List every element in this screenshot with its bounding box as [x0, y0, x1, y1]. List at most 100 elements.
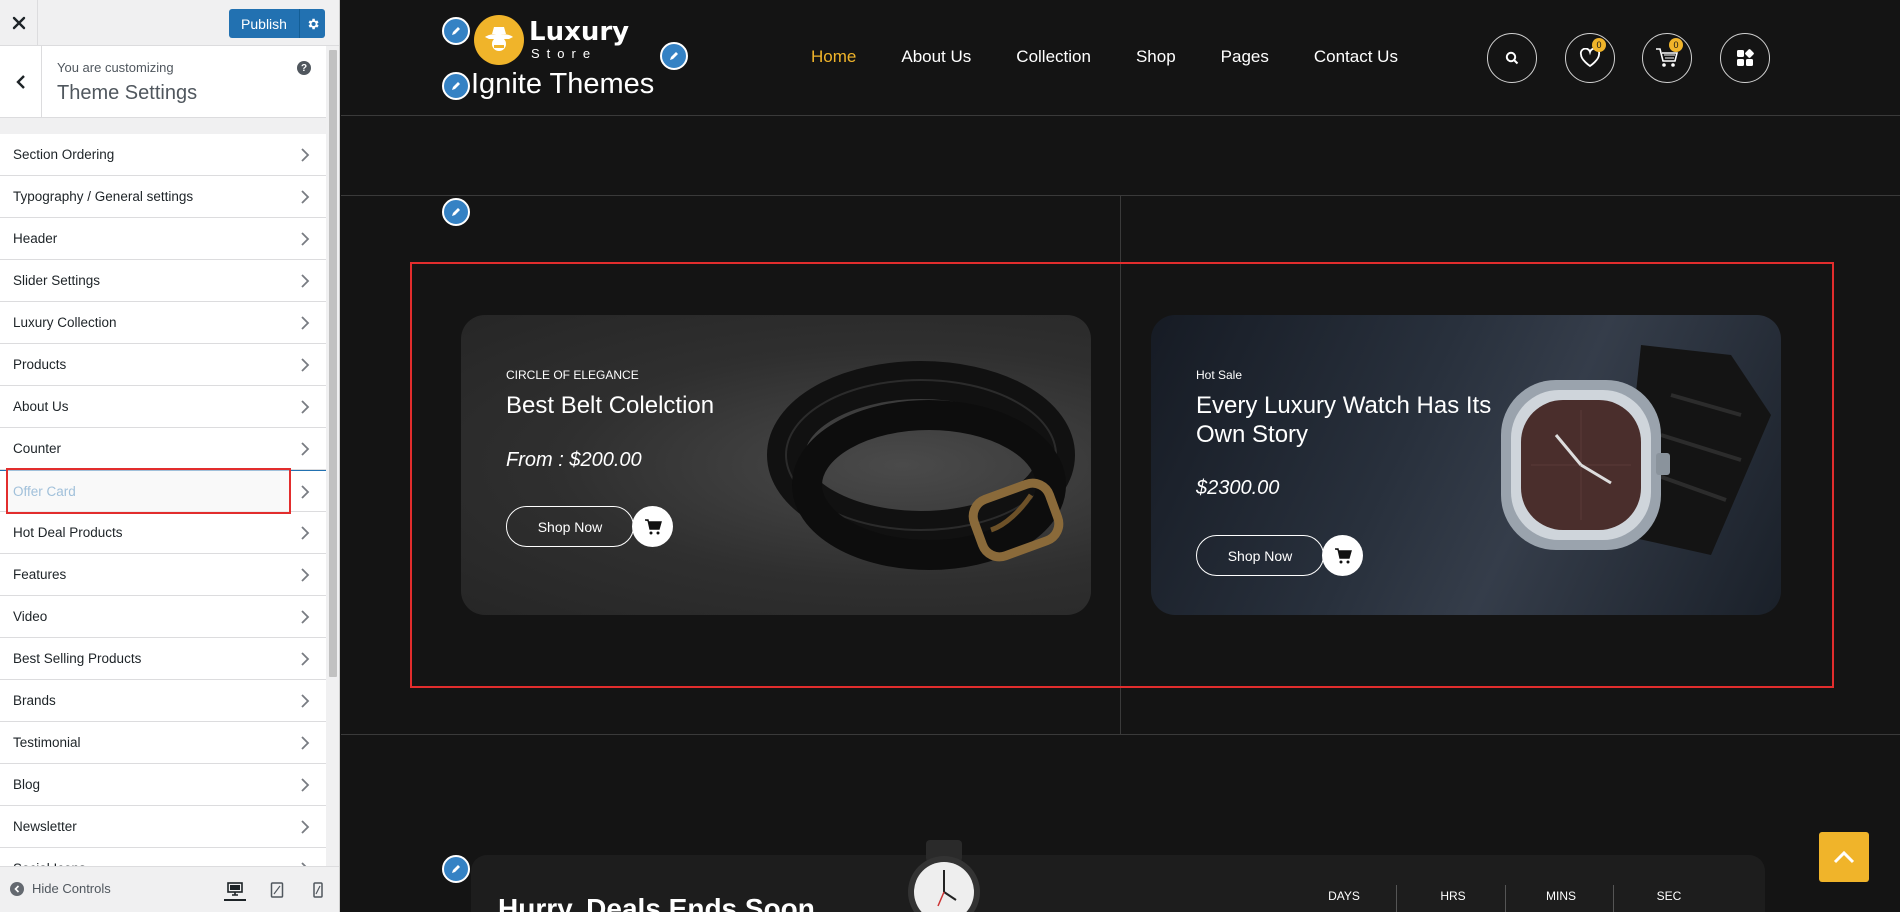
section-item[interactable]: Features — [0, 554, 326, 596]
countdown-label: HRS — [1440, 889, 1466, 903]
logo-icon — [485, 27, 513, 51]
offer-card-watch[interactable]: Hot Sale Every Luxury Watch Has Its Own … — [1151, 315, 1781, 615]
section-item-label: Luxury Collection — [13, 315, 117, 330]
section-item[interactable]: Video — [0, 596, 326, 638]
publish-label: Publish — [241, 15, 287, 32]
back-to-top-button[interactable] — [1819, 832, 1869, 882]
section-item[interactable]: Typography / General settings — [0, 176, 326, 218]
site-header: Luxury Store Ignite Themes Home About Us C… — [341, 0, 1900, 116]
section-item-label: Video — [13, 609, 48, 624]
add-to-cart-button[interactable] — [1322, 535, 1363, 576]
chevron-left-icon — [15, 75, 25, 89]
section-item[interactable]: Slider Settings — [0, 260, 326, 302]
offer-card-belt[interactable]: CIRCLE OF ELEGANCE Best Belt Colelction … — [461, 315, 1091, 615]
add-to-cart-button[interactable] — [632, 506, 673, 547]
logo-mark[interactable] — [474, 15, 524, 65]
chevron-right-icon — [301, 274, 310, 288]
customizer-app: Publish You are customizing Theme Settin… — [0, 0, 1900, 912]
section-item[interactable]: Products — [0, 344, 326, 386]
help-icon[interactable]: ? — [297, 61, 311, 75]
section-item[interactable]: Best Selling Products — [0, 638, 326, 680]
chevron-right-icon — [301, 232, 310, 246]
scrollbar-thumb[interactable] — [329, 50, 337, 677]
section-item[interactable]: Section Ordering — [0, 134, 326, 176]
edit-deal-section-shortcut[interactable] — [442, 855, 470, 883]
panel-scrollbar[interactable] — [326, 46, 339, 866]
section-item[interactable]: Counter — [0, 428, 326, 470]
apps-menu-button[interactable] — [1720, 33, 1770, 83]
section-item-label: Typography / General settings — [13, 189, 194, 204]
watch-image — [1501, 345, 1771, 555]
back-button[interactable] — [0, 46, 42, 118]
deal-watch-image — [908, 840, 980, 912]
offer-title: Every Luxury Watch Has Its Own Story — [1196, 392, 1492, 448]
publish-button[interactable]: Publish — [229, 9, 325, 38]
section-item[interactable]: About Us — [0, 386, 326, 428]
edit-site-name-shortcut[interactable] — [442, 72, 470, 100]
chevron-right-icon — [301, 400, 310, 414]
section-item[interactable]: Luxury Collection — [0, 302, 326, 344]
site-name[interactable]: Ignite Themes — [471, 68, 654, 101]
close-customizer-button[interactable] — [0, 0, 38, 46]
nav-item[interactable]: Contact Us — [1314, 47, 1398, 67]
nav-item[interactable]: About Us — [901, 47, 971, 67]
wishlist-button[interactable]: 0 — [1565, 33, 1615, 83]
edit-offer-section-shortcut[interactable] — [442, 198, 470, 226]
hot-deal-section: Hurry, Deals Ends Soon DAYS HRS MINS SEC — [471, 855, 1765, 912]
shop-now-button[interactable]: Shop Now — [1196, 535, 1324, 576]
section-item[interactable]: Newsletter — [0, 806, 326, 848]
chevron-right-icon — [301, 485, 310, 499]
nav-item[interactable]: Home — [811, 47, 856, 67]
divider-line — [341, 734, 1900, 735]
preview-desktop-button[interactable] — [224, 879, 246, 901]
edit-site-title-shortcut[interactable] — [660, 42, 688, 70]
cart-icon — [1334, 547, 1352, 563]
section-item-label: Section Ordering — [13, 147, 115, 162]
offer-card-highlight — [6, 468, 291, 514]
section-item-label: Testimonial — [13, 735, 81, 750]
hide-controls-label: Hide Controls — [32, 881, 111, 896]
wishlist-count-badge: 0 — [1592, 38, 1606, 52]
offer-subtitle: CIRCLE OF ELEGANCE — [506, 368, 639, 382]
section-item[interactable]: Hot Deal Products — [0, 512, 326, 554]
collapse-icon — [10, 881, 24, 896]
preview-tablet-button[interactable] — [266, 879, 288, 901]
pencil-icon — [452, 27, 460, 35]
search-button[interactable] — [1487, 33, 1537, 83]
shop-now-button[interactable]: Shop Now — [506, 506, 634, 547]
chevron-right-icon — [301, 526, 310, 540]
cart-button[interactable]: 0 — [1642, 33, 1692, 83]
section-item-label: Best Selling Products — [13, 651, 142, 666]
chevron-right-icon — [301, 568, 310, 582]
desktop-icon — [227, 882, 243, 896]
chevron-right-icon — [301, 778, 310, 792]
offer-price: $2300.00 — [1196, 477, 1280, 499]
nav-item[interactable]: Shop — [1136, 47, 1176, 67]
nav-item[interactable]: Pages — [1221, 47, 1269, 67]
nav-item[interactable]: Collection — [1016, 47, 1091, 67]
edit-logo-shortcut[interactable] — [442, 17, 470, 45]
section-item[interactable]: Blog — [0, 764, 326, 806]
publish-settings-button[interactable] — [299, 9, 325, 38]
offer-title: Best Belt Colelction — [506, 392, 715, 419]
panel-title: Theme Settings — [57, 82, 198, 104]
customizer-panel: Publish You are customizing Theme Settin… — [0, 0, 340, 912]
gear-icon — [308, 18, 319, 29]
section-item-label: Counter — [13, 441, 62, 456]
grid-icon — [1737, 49, 1754, 66]
section-item-label: Newsletter — [13, 819, 77, 834]
preview-mobile-button[interactable] — [307, 879, 329, 901]
countdown-label: DAYS — [1328, 889, 1360, 903]
chevron-right-icon — [301, 442, 310, 456]
main-nav: Home About Us Collection Shop Pages Contact U… — [811, 47, 1443, 67]
close-icon — [12, 16, 25, 30]
section-item[interactable]: Brands — [0, 680, 326, 722]
section-item[interactable]: Header — [0, 218, 326, 260]
chevron-right-icon — [301, 358, 310, 372]
cart-count-badge: 0 — [1669, 38, 1683, 52]
section-item-label: Slider Settings — [13, 273, 101, 288]
section-item[interactable]: Testimonial — [0, 722, 326, 764]
countdown-label: MINS — [1546, 889, 1576, 903]
countdown-divider — [1505, 885, 1506, 912]
hide-controls-button[interactable]: Hide Controls — [10, 881, 111, 896]
